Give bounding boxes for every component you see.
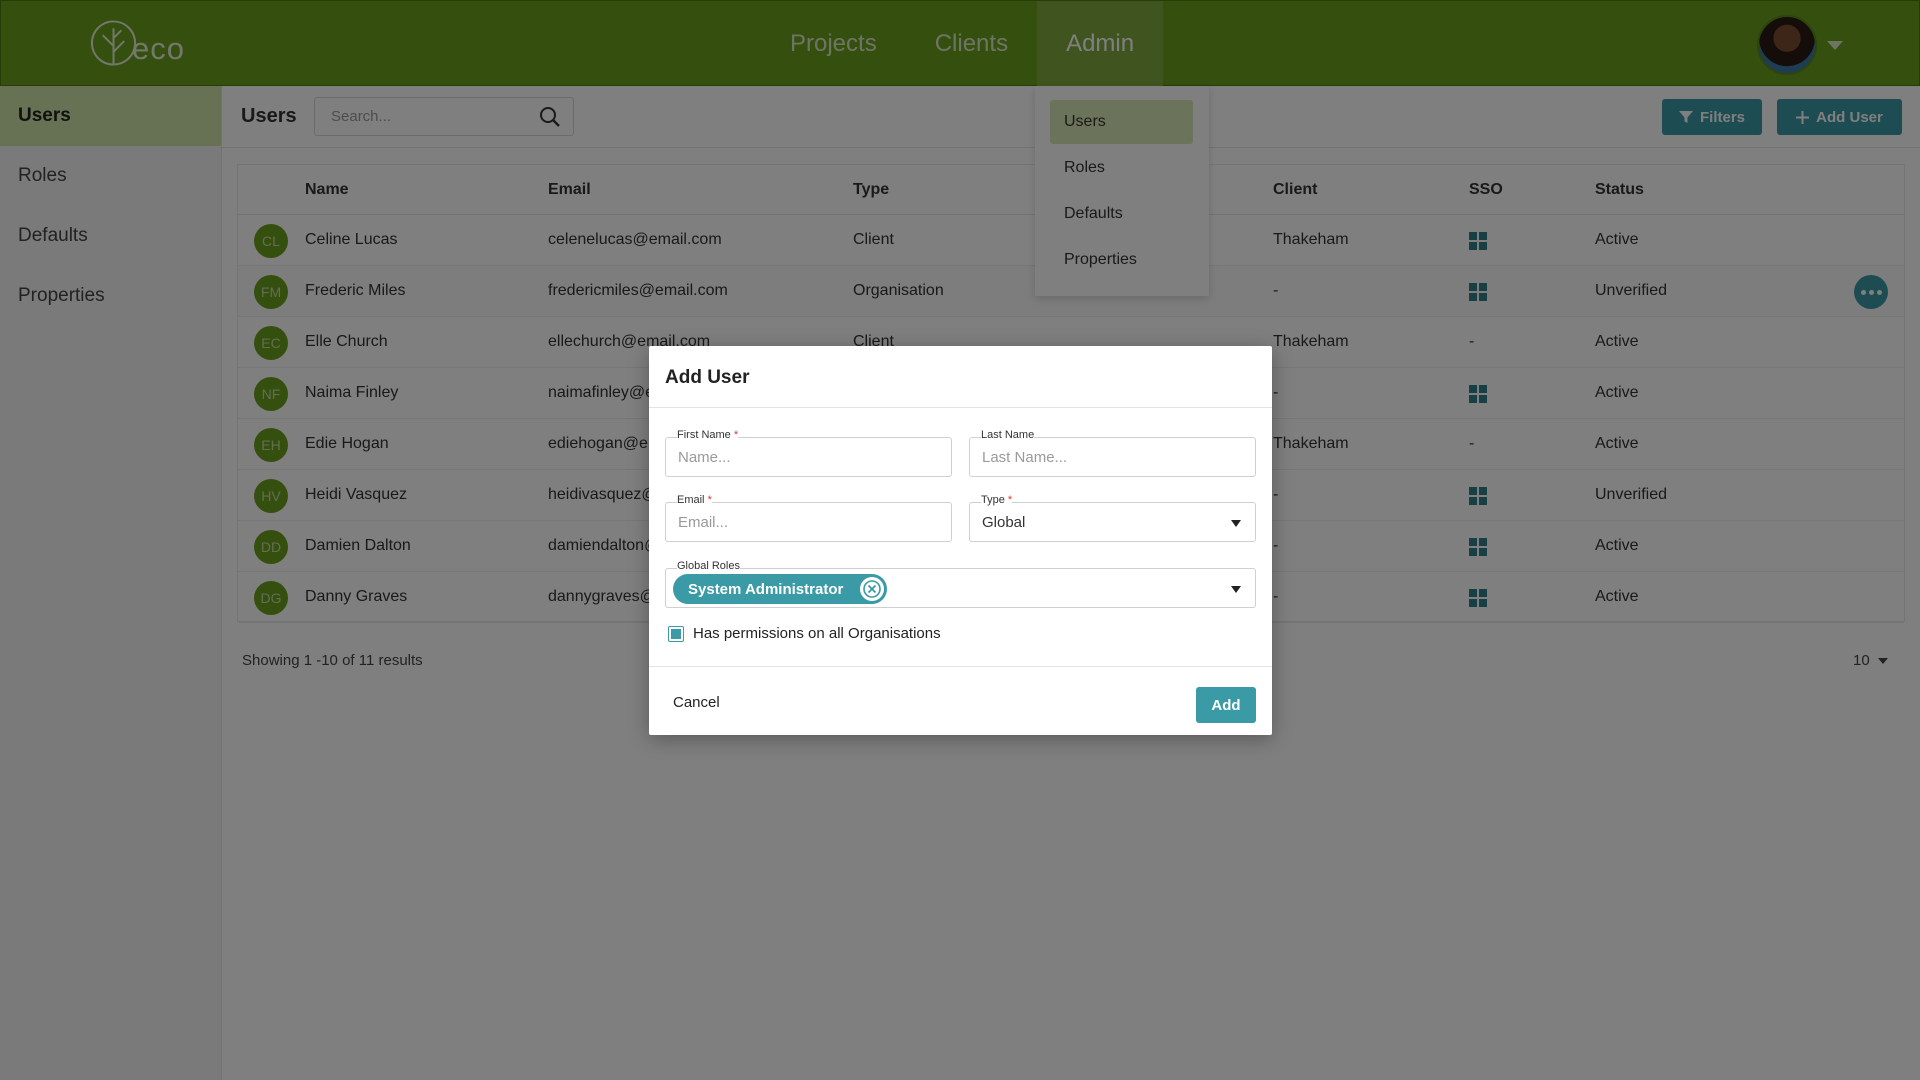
cancel-button[interactable]: Cancel — [673, 694, 720, 711]
global-roles-select[interactable]: System Administrator — [665, 568, 1256, 608]
type-select-value: Global — [982, 513, 1026, 531]
global-roles-label: Global Roles — [677, 559, 740, 573]
all-orgs-checkbox[interactable] — [668, 625, 684, 642]
chevron-down-icon — [1231, 520, 1241, 527]
global-roles-field: System Administrator Global Roles — [665, 559, 1256, 608]
all-orgs-permission-row: Has permissions on all Organisations — [668, 625, 941, 642]
type-field: Global Type * — [969, 493, 1256, 542]
modal-footer: Cancel Add — [649, 666, 1272, 735]
chevron-down-icon — [1231, 586, 1241, 593]
email-field: Email * — [665, 493, 952, 542]
remove-chip-icon[interactable] — [860, 577, 884, 601]
first-name-field: First Name * — [665, 428, 952, 477]
add-user-modal: Add User First Name * Last Name Email * … — [649, 346, 1272, 735]
email-label: Email * — [677, 493, 712, 507]
last-name-field: Last Name — [969, 428, 1256, 477]
first-name-label: First Name * — [677, 428, 739, 442]
all-orgs-checkbox-label: Has permissions on all Organisations — [693, 625, 941, 642]
role-chip: System Administrator — [673, 574, 887, 604]
modal-title: Add User — [649, 346, 1272, 408]
last-name-label: Last Name — [981, 428, 1035, 442]
last-name-input[interactable] — [982, 448, 1242, 466]
type-select[interactable]: Global — [969, 502, 1256, 542]
role-chip-label: System Administrator — [688, 580, 844, 598]
add-button[interactable]: Add — [1196, 687, 1256, 723]
type-label: Type * — [981, 493, 1013, 507]
email-input[interactable] — [678, 513, 938, 531]
first-name-input[interactable] — [678, 448, 938, 466]
